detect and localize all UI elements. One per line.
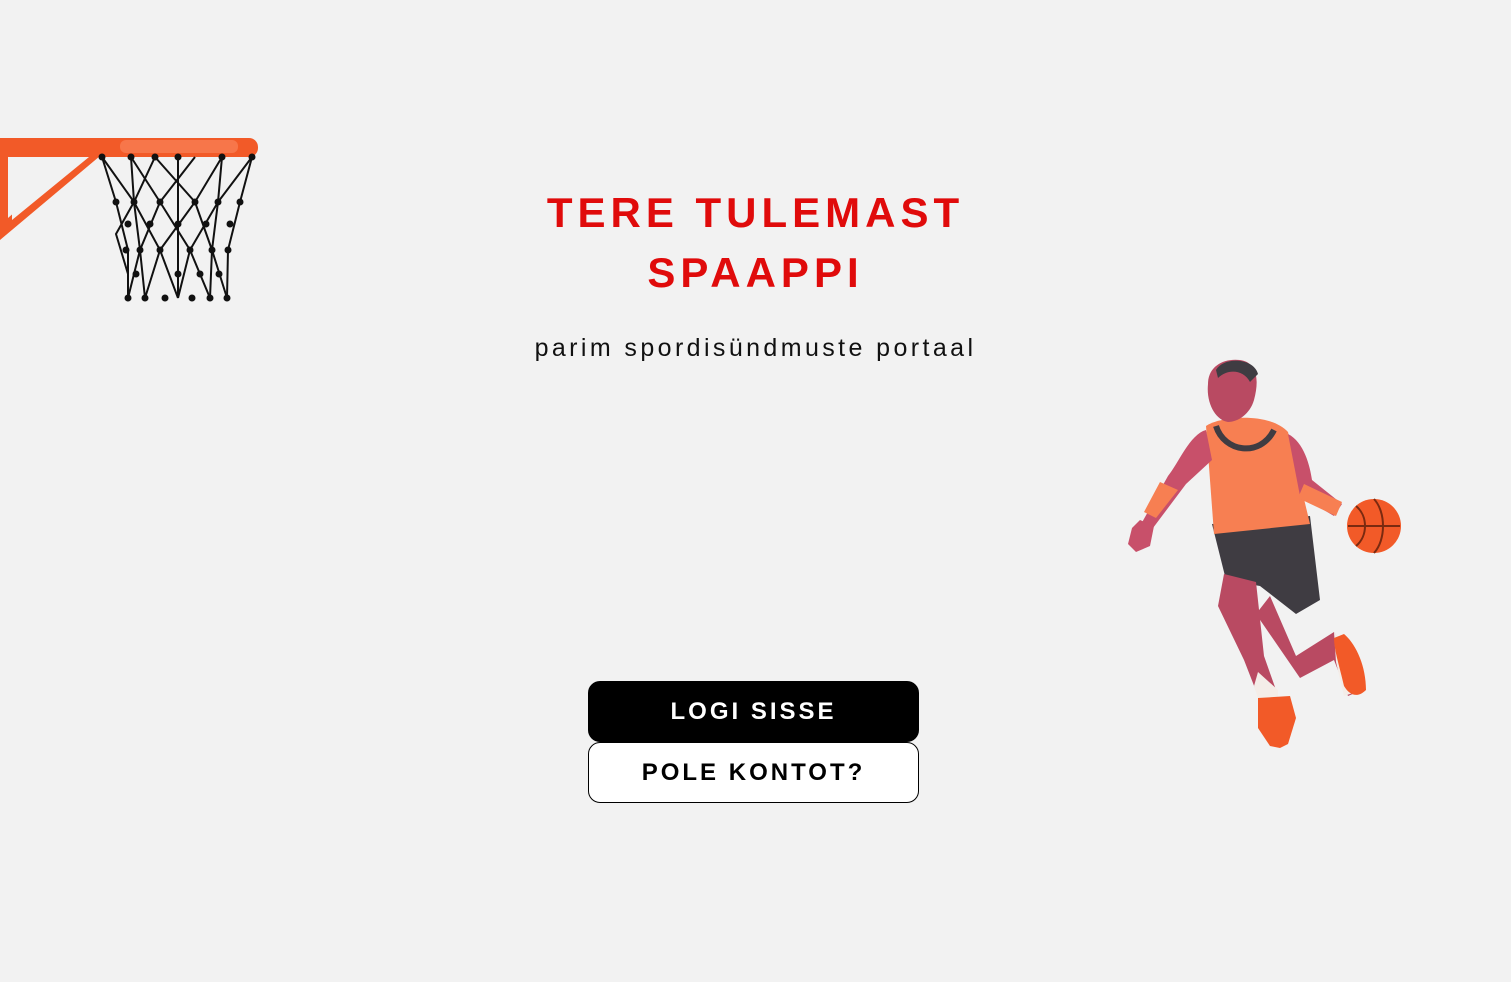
login-button[interactable]: LOGI SISSE [588, 681, 919, 742]
welcome-page: TERE TULEMAST SPAAPPI parim spordisündmu… [0, 0, 1511, 982]
title-line-1: TERE TULEMAST [546, 189, 965, 236]
title-line-2: SPAAPPI [647, 249, 864, 296]
basketball-player-icon [1128, 359, 1401, 748]
page-title: TERE TULEMAST SPAAPPI [0, 183, 1511, 303]
register-button[interactable]: POLE KONTOT? [588, 742, 919, 803]
